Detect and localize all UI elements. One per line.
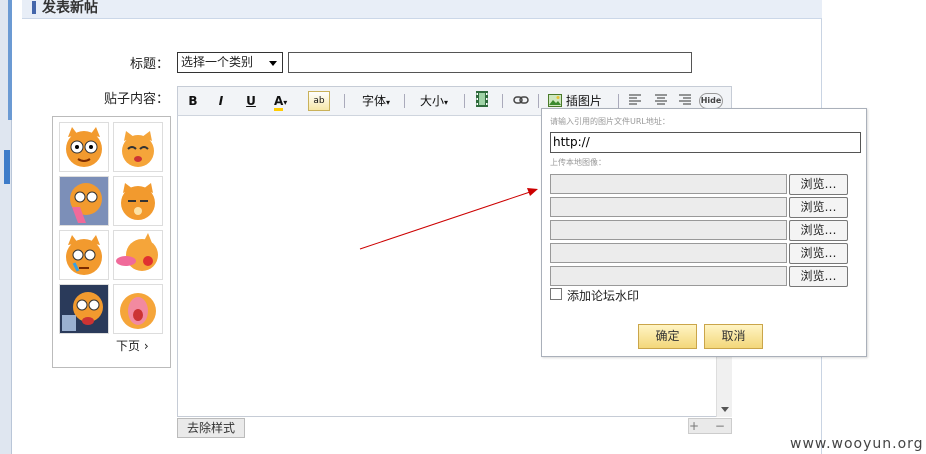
title-accent-icon (32, 1, 36, 14)
font-color-button[interactable]: A▾ (274, 91, 296, 111)
url-hint: 请输入引用的图片文件URL地址： (550, 117, 670, 126)
smiley-cat-icon[interactable] (59, 122, 109, 172)
insert-image-label: 插图片 (565, 94, 602, 108)
chevron-down-icon (269, 61, 277, 66)
smilies-next-page-link[interactable]: 下页 › (116, 337, 149, 354)
smiley-cat-icon[interactable] (113, 122, 163, 172)
toolbar-divider (344, 94, 345, 108)
editor-resize-buttons[interactable]: + − (688, 418, 732, 434)
smiley-cat-icon[interactable] (59, 176, 109, 226)
image-icon (548, 94, 562, 107)
scroll-down-icon[interactable] (721, 407, 729, 412)
collapse-handle-icon[interactable] (4, 150, 10, 184)
italic-button[interactable]: I (214, 91, 228, 111)
smiley-cat-icon[interactable] (113, 230, 163, 280)
size-label: 大小 (419, 94, 444, 108)
left-panel-strip[interactable] (0, 0, 12, 454)
browse-button[interactable]: 浏览… (789, 174, 848, 195)
subject-input[interactable] (288, 52, 692, 73)
smiley-cat-icon[interactable] (59, 230, 109, 280)
watermark-checkbox[interactable] (550, 288, 562, 300)
upload-file-field[interactable] (550, 197, 787, 217)
background-color-icon[interactable]: ab (308, 91, 330, 111)
smiley-cat-icon[interactable] (59, 284, 109, 334)
browse-button[interactable]: 浏览… (789, 266, 848, 287)
content-label: 贴子内容： (104, 92, 170, 107)
confirm-button[interactable]: 确定 (638, 324, 697, 349)
font-label: 字体 (361, 94, 386, 108)
browse-button[interactable]: 浏览… (789, 220, 848, 241)
site-watermark: www.wooyun.org (790, 436, 924, 452)
upload-file-field[interactable] (550, 243, 787, 263)
toolbar-divider (464, 94, 465, 108)
browse-button[interactable]: 浏览… (789, 243, 848, 264)
upload-file-field[interactable] (550, 266, 787, 286)
cancel-button[interactable]: 取消 (704, 324, 763, 349)
remove-style-button[interactable]: 去除样式 (177, 418, 245, 438)
insert-image-dialog: 请输入引用的图片文件URL地址： http:// 上传本地图像： 浏览… 浏览…… (541, 108, 867, 357)
smiley-cat-icon[interactable] (113, 284, 163, 334)
upload-file-field[interactable] (550, 174, 787, 194)
hide-button[interactable]: Hide (699, 93, 723, 109)
toolbar-divider (538, 94, 539, 108)
toolbar-divider (404, 94, 405, 108)
subject-label: 标题： (130, 57, 170, 72)
font-color-label: A (274, 94, 284, 111)
upload-file-field[interactable] (550, 220, 787, 240)
category-select[interactable]: 选择一个类别 (177, 52, 283, 73)
browse-button[interactable]: 浏览… (789, 197, 848, 218)
image-url-input[interactable]: http:// (550, 132, 861, 153)
underline-button[interactable]: U (244, 91, 258, 111)
panel-scroll-bar[interactable] (8, 0, 12, 120)
bold-button[interactable]: B (186, 91, 200, 111)
smilies-panel (52, 116, 171, 368)
toolbar-divider (502, 94, 503, 108)
media-film-icon[interactable] (475, 91, 489, 111)
page-title: 发表新帖 (42, 0, 98, 16)
font-size-button[interactable]: 大小▾ (414, 91, 454, 111)
link-icon[interactable] (512, 91, 530, 111)
toolbar-divider (618, 94, 619, 108)
title-bar: 发表新帖 (22, 0, 822, 19)
upload-hint: 上传本地图像： (550, 158, 606, 167)
font-family-button[interactable]: 字体▾ (356, 91, 396, 111)
smiley-cat-icon[interactable] (113, 176, 163, 226)
category-selected-text: 选择一个类别 (181, 55, 254, 69)
watermark-label: 添加论坛水印 (567, 289, 640, 303)
